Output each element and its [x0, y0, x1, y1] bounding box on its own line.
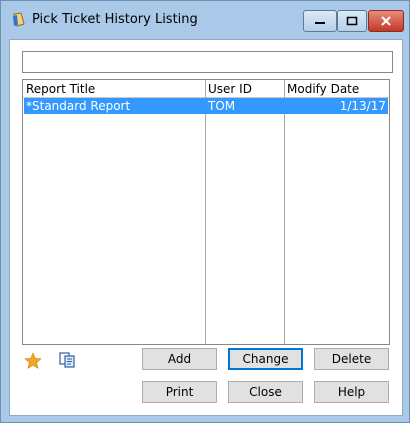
maximize-button[interactable]	[337, 10, 367, 32]
delete-button[interactable]: Delete	[314, 348, 389, 370]
minimize-icon	[315, 22, 325, 24]
search-input[interactable]	[22, 51, 393, 73]
column-divider[interactable]	[284, 80, 285, 344]
print-button[interactable]: Print	[142, 381, 217, 403]
help-button-label: Help	[337, 385, 366, 399]
change-button[interactable]: Change	[228, 348, 303, 370]
maximize-icon	[346, 16, 358, 26]
column-header-user-id[interactable]: User ID	[208, 82, 252, 96]
star-icon[interactable]	[24, 352, 42, 370]
window-title: Pick Ticket History Listing	[32, 12, 198, 27]
cell-modify-date: 1/13/17	[339, 99, 386, 113]
report-list[interactable]: Report Title User ID Modify Date *Standa…	[22, 79, 390, 345]
cell-report-title: *Standard Report	[26, 99, 131, 113]
close-icon	[381, 16, 391, 26]
minimize-button[interactable]	[303, 10, 337, 32]
copy-icon[interactable]	[58, 351, 76, 369]
cell-user-id: TOM	[208, 99, 236, 113]
title-bar[interactable]: Pick Ticket History Listing	[1, 1, 409, 39]
close-button-label: Close	[249, 385, 282, 399]
print-button-label: Print	[165, 385, 194, 399]
add-button-label: Add	[167, 352, 192, 366]
window: Pick Ticket History Listing Report Title…	[0, 0, 410, 423]
close-window-button[interactable]	[368, 10, 404, 32]
column-header-modify-date[interactable]: Modify Date	[287, 82, 359, 96]
change-button-label: Change	[242, 352, 289, 366]
help-button[interactable]: Help	[314, 381, 389, 403]
add-button[interactable]: Add	[142, 348, 217, 370]
report-app-icon	[13, 12, 25, 27]
column-header-report-title[interactable]: Report Title	[26, 82, 95, 96]
list-header: Report Title User ID Modify Date	[23, 80, 389, 98]
dialog-body: Report Title User ID Modify Date *Standa…	[9, 39, 403, 416]
column-divider[interactable]	[205, 80, 206, 344]
table-row[interactable]: *Standard Report TOM 1/13/17	[24, 98, 388, 114]
close-button[interactable]: Close	[228, 381, 303, 403]
delete-button-label: Delete	[331, 352, 372, 366]
